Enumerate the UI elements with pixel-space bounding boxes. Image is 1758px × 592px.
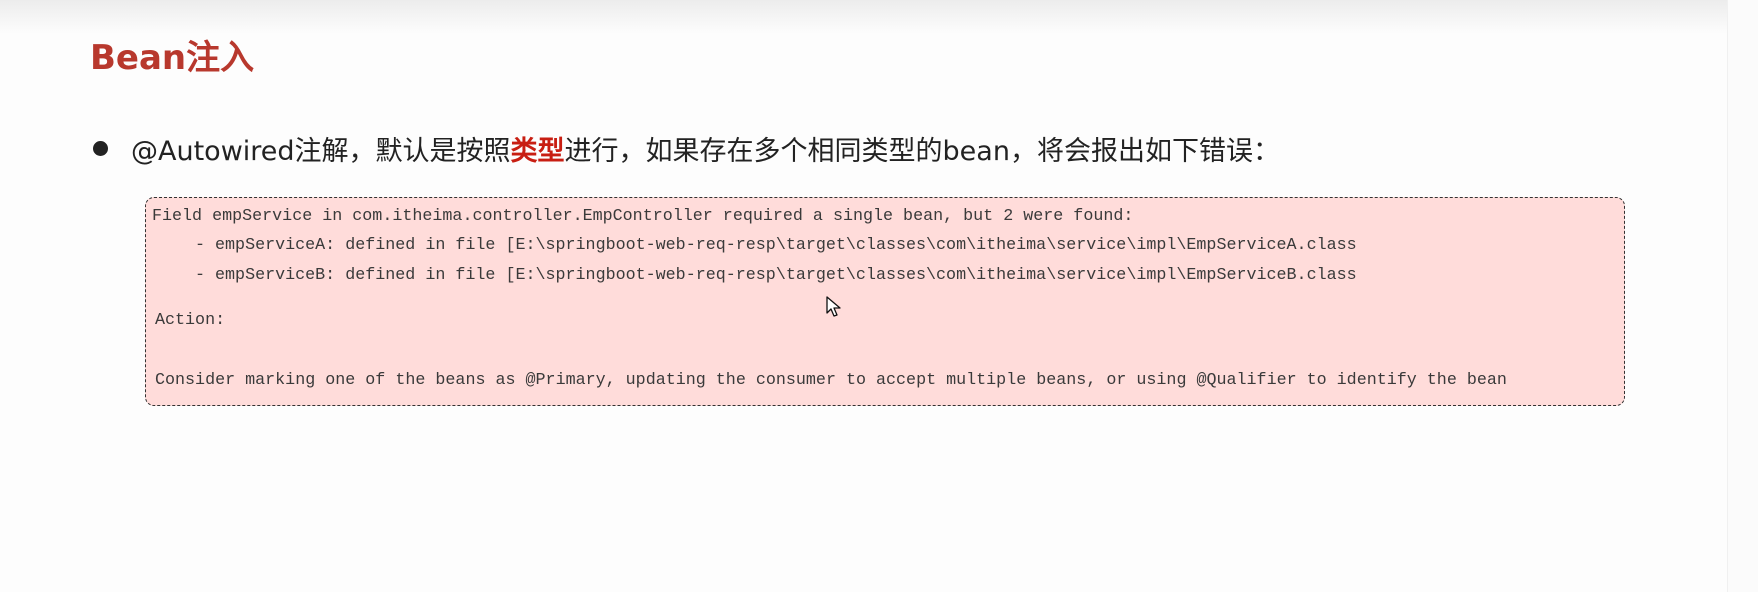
mouse-pointer-icon (826, 296, 841, 317)
bullet-item: @Autowired注解，默认是按照类型进行，如果存在多个相同类型的bean，将… (93, 128, 1280, 168)
slide-title: Bean注入 (90, 38, 255, 78)
bullet-text-prefix: @Autowired注解，默认是按照 (131, 135, 511, 167)
bullet-text-suffix: 进行，如果存在多个相同类型的bean，将会报出如下错误： (564, 135, 1280, 167)
bullet-dot-icon (93, 140, 108, 156)
error-line-service-b: - empServiceB: defined in file [E:\sprin… (195, 266, 1357, 285)
error-message-box: Field empService in com.itheima.controll… (145, 197, 1625, 406)
bullet-text: @Autowired注解，默认是按照类型进行，如果存在多个相同类型的bean，将… (131, 129, 1280, 168)
error-line-field: Field empService in com.itheima.controll… (152, 207, 1134, 226)
bullet-text-highlight: 类型 (510, 135, 565, 167)
error-line-consider: Consider marking one of the beans as @Pr… (155, 371, 1507, 390)
error-line-action: Action: (155, 311, 226, 330)
top-shadow (0, 0, 1758, 34)
right-edge-strip (1727, 0, 1758, 592)
error-line-service-a: - empServiceA: defined in file [E:\sprin… (195, 236, 1357, 255)
